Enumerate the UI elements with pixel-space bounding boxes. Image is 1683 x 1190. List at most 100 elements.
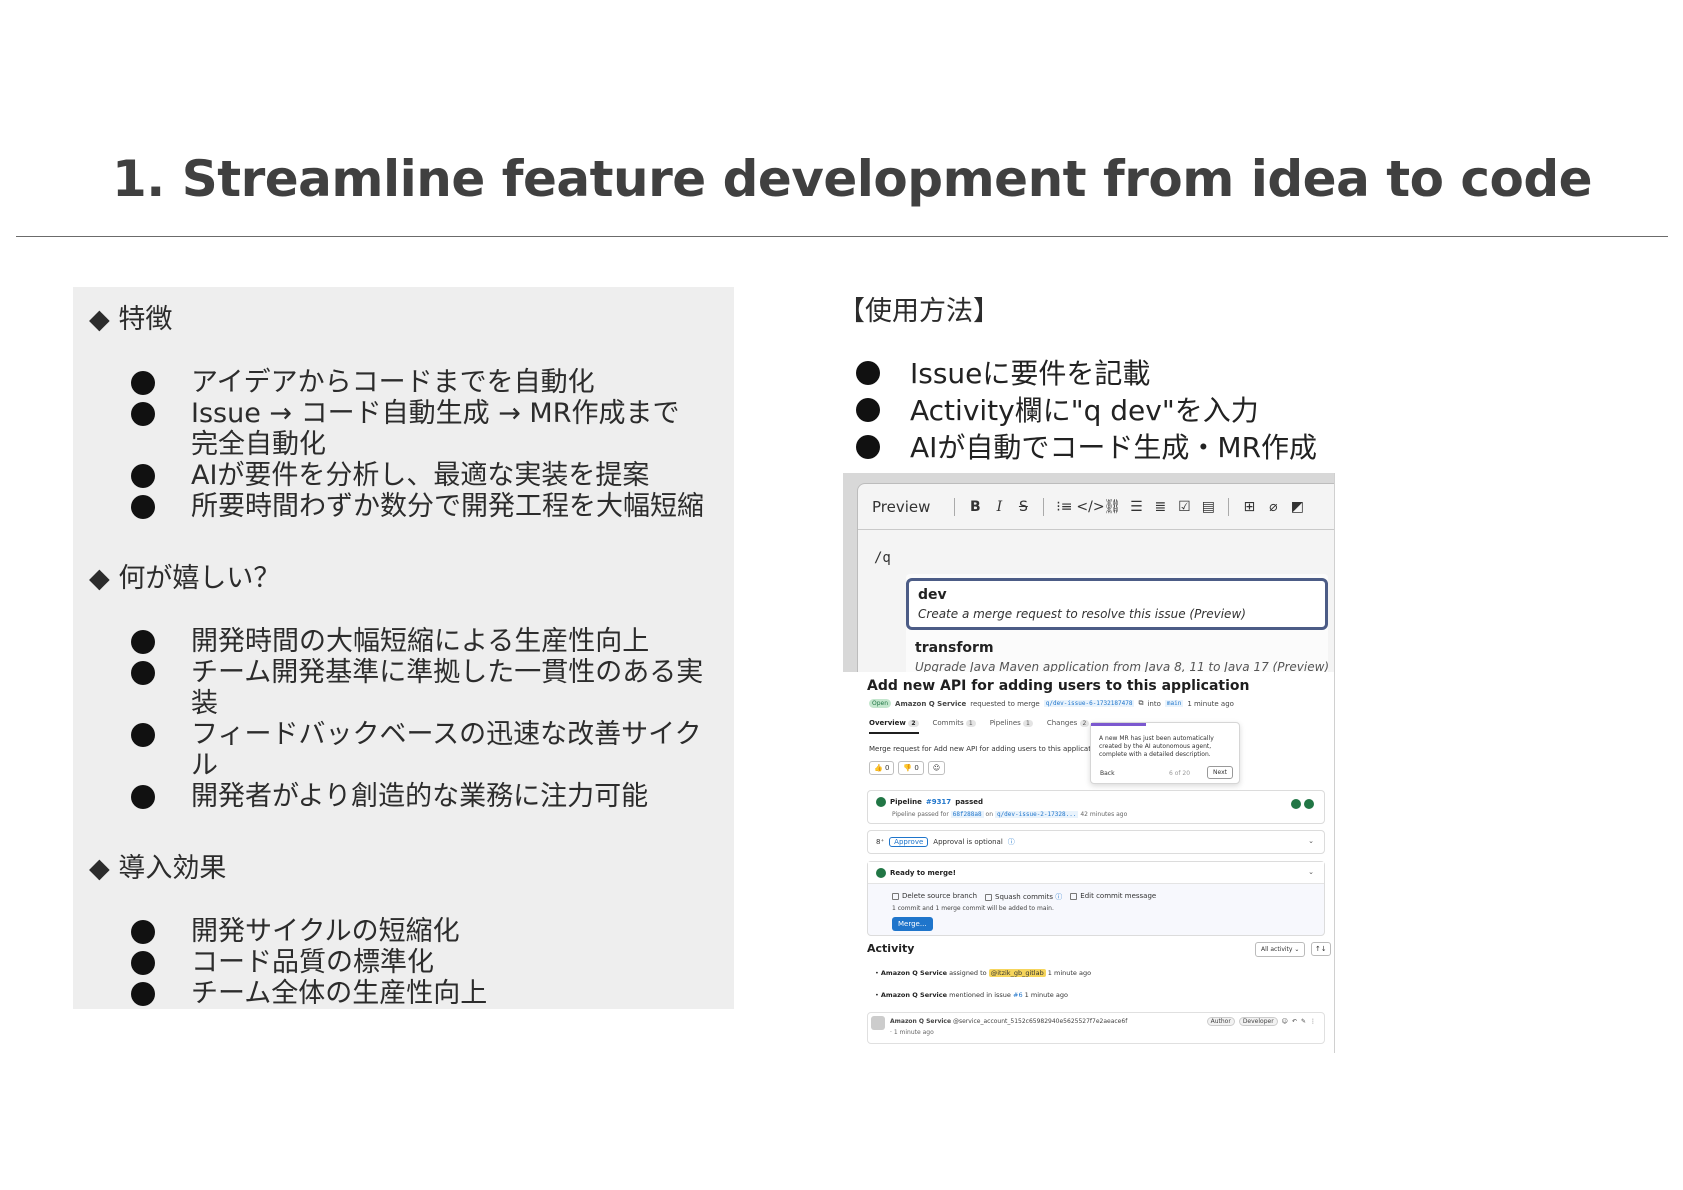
step-counter: 6 of 20 — [1169, 770, 1191, 777]
emoji-picker-button[interactable]: ☺ — [927, 761, 946, 775]
bold-icon[interactable]: B — [963, 499, 987, 515]
commit-sha[interactable]: 68f288a8 — [950, 811, 984, 818]
pipeline-link[interactable]: #9317 — [926, 798, 951, 806]
tab-pipelines[interactable]: Pipelines 1 — [990, 719, 1033, 734]
list-item: チーム開発基準に準拠した一貫性のある実装 — [89, 657, 718, 719]
avatar[interactable] — [871, 1016, 885, 1030]
usage-heading: 【使用方法】 — [838, 296, 1000, 327]
more-icon[interactable]: ◩ — [1285, 499, 1309, 515]
approve-button[interactable]: Approve — [889, 837, 929, 847]
gitlab-screenshot: Preview B I S ⁝≡ </> ⛓ ☰ ≣ ☑ ▤ ⊞ ⌀ ◩ /q — [843, 473, 1335, 1053]
code-icon[interactable]: </> — [1076, 499, 1104, 515]
chevron-down-icon[interactable]: ⌄ — [1308, 837, 1314, 845]
strikethrough-icon[interactable]: S — [1011, 499, 1035, 515]
list-item: AIが自動でコード生成・MR作成 — [850, 429, 1317, 466]
mr-meta: Open Amazon Q Service requested to merge… — [869, 699, 1234, 708]
comment-author[interactable]: Amazon Q Service — [890, 1018, 951, 1025]
tab-overview[interactable]: Overview 2 — [869, 719, 919, 734]
activity-item: • Amazon Q Service mentioned in issue #6… — [875, 991, 1068, 999]
numbered-list-icon[interactable]: ≣ — [1148, 499, 1172, 515]
copy-icon[interactable]: ⧉ — [1138, 699, 1143, 708]
comment-time: · 1 minute ago — [890, 1029, 934, 1036]
target-branch[interactable]: main — [1164, 700, 1184, 707]
delete-branch-checkbox[interactable]: Delete source branch — [892, 892, 977, 902]
bullet-icon — [131, 951, 155, 975]
list-item: アイデアからコードまでを自動化 — [89, 367, 718, 398]
italic-icon[interactable]: I — [987, 499, 1011, 515]
mr-description: Merge request for Add new API for adding… — [869, 745, 1102, 753]
check-icon — [876, 797, 886, 807]
edit-icon[interactable]: ✎ — [1301, 1018, 1306, 1025]
toolbar-divider — [1228, 497, 1230, 516]
help-icon[interactable]: ⓘ — [1008, 837, 1015, 847]
stage-status — [1291, 799, 1314, 809]
mr-author[interactable]: Amazon Q Service — [895, 700, 966, 708]
back-button[interactable]: Back — [1100, 770, 1115, 777]
command-text[interactable]: /q — [874, 550, 891, 566]
comment-editor: Preview B I S ⁝≡ </> ⛓ ☰ ≣ ☑ ▤ ⊞ ⌀ ◩ /q — [843, 473, 1334, 684]
link-icon[interactable]: ⛓ — [1100, 499, 1124, 515]
list-item: AIが要件を分析し、最適な実装を提案 — [89, 460, 718, 491]
bullet-icon — [131, 661, 155, 685]
approvers-icon: 8⁺ — [876, 838, 885, 846]
squash-checkbox[interactable]: Squash commits ⓘ — [985, 892, 1062, 902]
bullet-icon — [856, 361, 880, 385]
list-item: フィードバックベースの迅速な改善サイクル — [89, 719, 718, 781]
tab-commits[interactable]: Commits 1 — [933, 719, 976, 734]
chevron-down-icon[interactable]: ⌄ — [1308, 868, 1314, 876]
pipeline-subtitle: Pipeline passed for 68f288a8 on q/dev-is… — [892, 811, 1128, 818]
check-icon[interactable] — [1304, 799, 1314, 809]
list-item: Activity欄に"q dev"を入力 — [850, 392, 1317, 429]
source-branch[interactable]: q/dev-issue-6-1732187478 — [1043, 700, 1135, 707]
approval-widget: 8⁺ Approve Approval is optional ⓘ ⌄ — [867, 830, 1325, 854]
preview-tab[interactable]: Preview — [872, 498, 930, 516]
next-button[interactable]: Next — [1207, 766, 1233, 779]
task-list-icon[interactable]: ☑ — [1172, 499, 1196, 515]
merge-widget: Ready to merge! ⌄ Delete source branch S… — [867, 861, 1325, 936]
comment-card: Amazon Q Service @service_account_5152c6… — [867, 1012, 1325, 1044]
title-divider — [16, 236, 1668, 237]
thumbs-up-button[interactable]: 👍 0 — [869, 761, 895, 775]
reply-icon[interactable]: ↶ — [1292, 1018, 1297, 1025]
bullet-list-icon[interactable]: ☰ — [1124, 499, 1148, 515]
list-item: 開発時間の大幅短縮による生産性向上 — [89, 626, 718, 657]
activity-item: • Amazon Q Service assigned to @itzik_gb… — [875, 969, 1092, 977]
list-item: 開発サイクルの短縮化 — [89, 916, 718, 947]
section-heading-features: ◆ 特徴 — [89, 304, 173, 335]
quote-icon[interactable]: ⁝≡ — [1052, 499, 1076, 515]
suggestion-name: transform — [915, 640, 994, 656]
mr-title: Add new API for adding users to this app… — [867, 678, 1250, 694]
pipeline-branch[interactable]: q/dev-issue-2-17328... — [994, 811, 1079, 818]
sort-button[interactable]: ↑↓ — [1311, 942, 1331, 956]
bullet-icon — [131, 630, 155, 654]
role-badge: Author — [1206, 1017, 1235, 1026]
suggestion-dev[interactable]: dev Create a merge request to resolve th… — [906, 578, 1328, 630]
thumbs-down-button[interactable]: 👎 0 — [898, 761, 924, 775]
bullet-icon — [131, 464, 155, 488]
merge-button[interactable]: Merge... — [892, 917, 933, 931]
editor-toolbar: Preview B I S ⁝≡ </> ⛓ ☰ ≣ ☑ ▤ ⊞ ⌀ ◩ — [858, 484, 1334, 530]
usage-list: Issueに要件を記載 Activity欄に"q dev"を入力 AIが自動でコ… — [850, 355, 1317, 466]
collapsible-icon[interactable]: ▤ — [1196, 499, 1220, 515]
user-mention[interactable]: @itzik_gb_gitlab — [988, 969, 1046, 977]
issue-link[interactable]: #6 — [1013, 991, 1023, 999]
merge-options: Delete source branch Squash commits ⓘ Ed… — [892, 892, 1156, 902]
page-title: 1. Streamline feature development from i… — [112, 150, 1593, 208]
tab-changes[interactable]: Changes 2 — [1047, 719, 1090, 734]
section-heading-effects: ◆ 導入効果 — [89, 853, 227, 884]
features-panel: ◆ 特徴 アイデアからコードまでを自動化 Issue → コード自動生成 → M… — [73, 287, 734, 1009]
table-icon[interactable]: ⊞ — [1237, 499, 1261, 515]
attach-icon[interactable]: ⌀ — [1261, 499, 1285, 515]
check-icon[interactable] — [1291, 799, 1301, 809]
features-list: アイデアからコードまでを自動化 Issue → コード自動生成 → MR作成まで… — [89, 367, 718, 522]
popover-text: A new MR has just been automatically cre… — [1099, 735, 1214, 758]
merge-note: 1 commit and 1 merge commit will be adde… — [892, 905, 1054, 912]
bullet-icon — [856, 435, 880, 459]
more-actions-icon[interactable]: ⋮ — [1310, 1018, 1316, 1025]
bullet-icon — [131, 785, 155, 809]
bullet-icon — [131, 920, 155, 944]
emoji-icon[interactable]: ☺ — [1282, 1018, 1288, 1025]
activity-filter[interactable]: All activity ⌄ — [1255, 942, 1306, 957]
list-item: 所要時間わずか数分で開発工程を大幅短縮 — [89, 491, 718, 522]
edit-message-checkbox[interactable]: Edit commit message — [1070, 892, 1156, 902]
